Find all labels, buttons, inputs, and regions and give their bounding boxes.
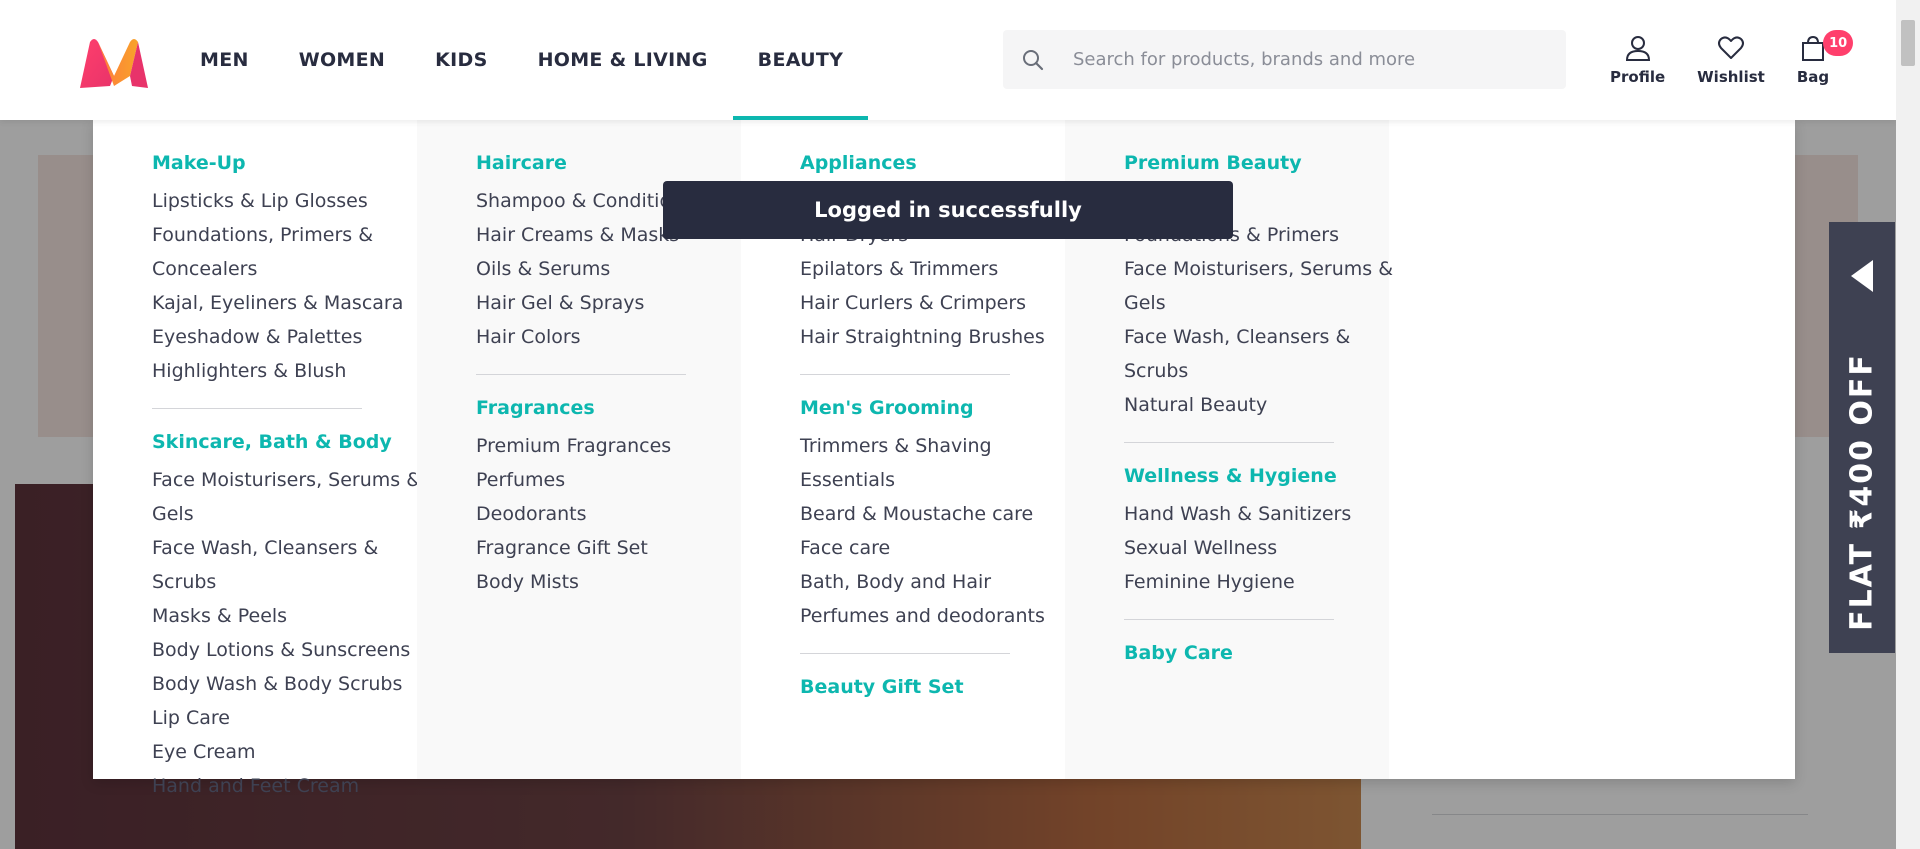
menu-category-title[interactable]: Make-Up [152,150,417,176]
menu-item[interactable]: Face Wash, Cleansers & Scrubs [1124,320,1394,388]
menu-item[interactable]: Hand and Feet Cream [152,769,422,803]
heart-icon [1717,36,1744,59]
menu-item[interactable]: Natural Beauty [1124,388,1394,422]
menu-item[interactable]: Feminine Hygiene [1124,565,1394,599]
menu-item[interactable]: Face Moisturisers, Serums & Gels [152,463,422,531]
main-nav: MEN WOMEN KIDS HOME & LIVING BEAUTY [175,0,868,120]
menu-item[interactable]: Oils & Serums [476,252,746,286]
menu-divider [1124,442,1334,443]
menu-item[interactable]: Hair Colors [476,320,746,354]
flat-offer-tab[interactable]: FLAT ₹400 OFF [1829,222,1895,653]
menu-category-title[interactable]: Skincare, Bath & Body [152,429,417,455]
menu-item[interactable]: Trimmers & Shaving Essentials [800,429,1070,497]
menu-category-title[interactable]: Men's Grooming [800,395,1065,421]
menu-category-title[interactable]: Premium Beauty [1124,150,1389,176]
menu-item[interactable]: Bath, Body and Hair [800,565,1070,599]
menu-item[interactable]: Face Moisturisers, Serums & Gels [1124,252,1394,320]
menu-item[interactable]: Beard & Moustache care [800,497,1070,531]
nav-men[interactable]: MEN [175,0,274,120]
header: MEN WOMEN KIDS HOME & LIVING BEAUTY Prof… [0,0,1896,120]
nav-home-living[interactable]: HOME & LIVING [513,0,733,120]
menu-category-title[interactable]: Wellness & Hygiene [1124,463,1389,489]
menu-item[interactable]: Lip Care [152,701,422,735]
profile-icon [1625,36,1650,61]
scrollbar[interactable] [1896,0,1920,849]
menu-item[interactable]: Face Wash, Cleansers & Scrubs [152,531,422,599]
menu-item[interactable]: Eyeshadow & Palettes [152,320,422,354]
menu-item[interactable]: Hair Curlers & Crimpers [800,286,1070,320]
menu-divider [1124,619,1334,620]
caret-left-icon[interactable] [1851,260,1873,292]
flat-offer-text: FLAT ₹400 OFF [1844,353,1880,631]
menu-item[interactable]: Body Lotions & Sunscreens [152,633,422,667]
profile-label: Profile [1610,68,1666,86]
nav-beauty[interactable]: BEAUTY [732,0,869,120]
wishlist-button[interactable]: Wishlist [1697,34,1765,86]
menu-item[interactable]: Sexual Wellness [1124,531,1394,565]
menu-divider [152,408,362,409]
menu-item[interactable]: Perfumes [476,463,746,497]
search-input[interactable] [1073,49,1553,70]
menu-item[interactable]: Hair Straightning Brushes [800,320,1070,354]
menu-divider [476,374,686,375]
menu-item[interactable]: Lipsticks & Lip Glosses [152,184,422,218]
menu-item[interactable]: Epilators & Trimmers [800,252,1070,286]
wishlist-label: Wishlist [1697,68,1765,86]
scrollbar-thumb[interactable] [1901,20,1915,66]
menu-item[interactable]: Face care [800,531,1070,565]
menu-item[interactable]: Body Wash & Body Scrubs [152,667,422,701]
menu-divider [800,653,1010,654]
menu-item[interactable]: Premium Fragrances [476,429,746,463]
header-actions: Profile Wishlist Bag 10 [1610,30,1861,86]
search-bar [1003,30,1566,89]
login-success-toast: Logged in successfully [663,181,1233,239]
nav-kids[interactable]: KIDS [410,0,512,120]
menu-column-1: Make-Up Lipsticks & Lip Glosses Foundation… [93,120,421,797]
nav-women[interactable]: WOMEN [274,0,410,120]
menu-category-title[interactable]: Haircare [476,150,741,176]
menu-item[interactable]: Highlighters & Blush [152,354,422,388]
menu-item[interactable]: Foundations, Primers & Concealers [152,218,422,286]
menu-category-title[interactable]: Fragrances [476,395,741,421]
menu-category-title[interactable]: Baby Care [1124,640,1389,666]
bag-label: Bag [1796,68,1830,86]
menu-item[interactable]: Fragrance Gift Set [476,531,746,565]
bag-button[interactable]: Bag 10 [1796,30,1854,86]
menu-item[interactable]: Masks & Peels [152,599,422,633]
menu-item[interactable]: Kajal, Eyeliners & Mascara [152,286,422,320]
myntra-logo[interactable] [76,36,152,90]
bag-count-badge: 10 [1823,30,1854,56]
search-icon[interactable] [1003,48,1063,72]
menu-divider [800,374,1010,375]
menu-item[interactable]: Hand Wash & Sanitizers [1124,497,1394,531]
menu-item[interactable]: Eye Cream [152,735,422,769]
menu-item[interactable]: Hair Gel & Sprays [476,286,746,320]
profile-button[interactable]: Profile [1610,34,1665,86]
menu-column-empty [1389,120,1795,779]
menu-category-title[interactable]: Beauty Gift Set [800,674,1065,700]
menu-item[interactable]: Body Mists [476,565,746,599]
menu-item[interactable]: Deodorants [476,497,746,531]
menu-item[interactable]: Perfumes and deodorants [800,599,1070,633]
menu-category-title[interactable]: Appliances [800,150,1065,176]
